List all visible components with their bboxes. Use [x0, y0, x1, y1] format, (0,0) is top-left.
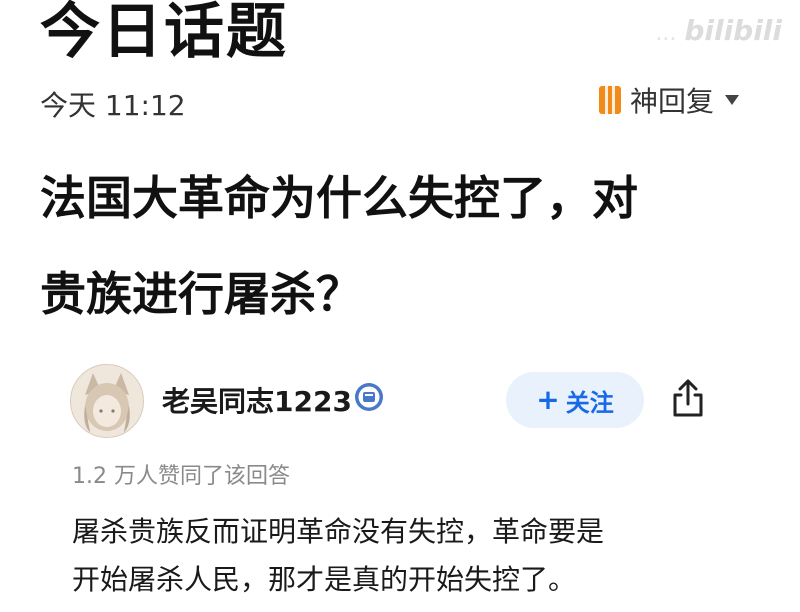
chevron-down-icon: [725, 95, 739, 105]
reply-filter-label: 神回复: [629, 85, 714, 118]
question-title-line: 法国大革命为什么失控了，对: [40, 171, 638, 225]
watermark: ... bilibili: [655, 17, 782, 47]
author-name[interactable]: 老吴同志1223: [162, 380, 352, 420]
avatar-illustration: [71, 365, 143, 437]
answer-line: 开始屠杀人民，那才是真的开始失控了。: [72, 563, 577, 596]
book-icon: [598, 86, 621, 114]
share-icon[interactable]: [670, 378, 706, 418]
watermark-text: ...: [655, 21, 677, 46]
post-time: 今天 11:12: [40, 89, 186, 122]
follow-button[interactable]: + 关注: [506, 372, 644, 428]
bilibili-logo: bilibili: [684, 14, 782, 47]
page-title: 今日话题: [40, 0, 288, 67]
avatar[interactable]: [70, 364, 144, 438]
question-title[interactable]: 法国大革命为什么失控了，对 贵族进行屠杀？: [40, 150, 760, 342]
follow-label: 关注: [565, 388, 614, 417]
answer-body[interactable]: 屠杀贵族反而证明革命没有失控，革命要是 开始屠杀人民，那才是真的开始失控了。: [72, 508, 752, 604]
question-title-line: 贵族进行屠杀？: [40, 267, 362, 321]
plus-icon: +: [536, 383, 560, 416]
verified-badge-icon: [355, 383, 383, 411]
answer-line: 屠杀贵族反而证明革命没有失控，革命要是: [72, 515, 605, 548]
meta-row: 今天 11:12 神回复: [40, 80, 750, 122]
author-row: 老吴同志1223 + 关注: [70, 362, 730, 442]
screenshot-page: 今日话题 ... bilibili 今天 11:12 神回复 法国大革命为什么失控…: [0, 0, 800, 612]
upvote-count: 1.2 万人赞同了该回答: [72, 464, 290, 489]
reply-filter-dropdown[interactable]: 神回复: [598, 82, 740, 118]
